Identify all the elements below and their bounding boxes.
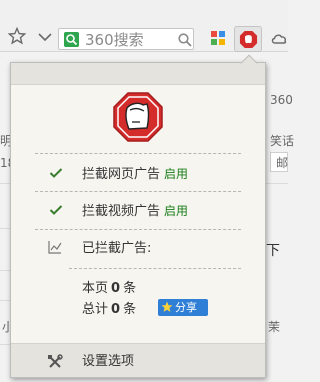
- page-fragment-360: 360: [270, 93, 293, 107]
- share-button[interactable]: 分享: [158, 299, 208, 316]
- page-divider: [0, 228, 10, 229]
- chart-icon: [48, 241, 62, 254]
- page-divider: [266, 183, 288, 184]
- block-video-ads-status: 启用: [164, 204, 189, 218]
- popup-header: [11, 63, 265, 85]
- block-web-ads-label: 拦截网页广告 启用: [82, 167, 189, 182]
- blocked-ads-label: 已拦截广告:: [82, 241, 152, 256]
- star-icon: [161, 301, 173, 312]
- block-video-ads-item[interactable]: 拦截视频广告 启用: [11, 199, 265, 223]
- page-divider: [0, 183, 10, 184]
- total-count: 总计 0 条: [82, 302, 137, 317]
- page-fragment-xiaohua: 笑话: [270, 134, 295, 148]
- page-divider: [0, 300, 10, 301]
- check-icon: [49, 168, 63, 178]
- page-fragment-mo: 茉: [268, 320, 281, 334]
- search-engine-logo-icon: [64, 32, 79, 47]
- separator: [69, 268, 241, 269]
- browser-toolbar: 360搜索: [0, 0, 288, 52]
- share-label: 分享: [175, 301, 197, 314]
- ad-block-extension-button[interactable]: [234, 26, 262, 52]
- ad-block-popup: 拦截网页广告 启用 拦截视频广告 启用 已拦截广告: 本页 0 条 总计 0 条 分享: [10, 62, 266, 378]
- page-fragment-you: 邮: [276, 156, 289, 170]
- separator: [35, 229, 241, 230]
- page-divider: [0, 270, 10, 271]
- search-box[interactable]: 360搜索: [58, 28, 194, 50]
- star-icon[interactable]: [8, 27, 26, 45]
- popup-header-divider: [11, 84, 265, 85]
- this-page-count-value: 0: [111, 281, 121, 296]
- check-icon: [49, 205, 63, 215]
- stop-ad-icon: [239, 30, 258, 49]
- block-web-ads-status: 启用: [164, 167, 189, 181]
- page-fragment-xia: 下: [266, 243, 280, 259]
- settings-item[interactable]: 设置选项: [11, 343, 265, 377]
- block-web-ads-item[interactable]: 拦截网页广告 启用: [11, 162, 265, 186]
- page-divider: [0, 344, 10, 345]
- search-input-text[interactable]: 360搜索: [85, 30, 144, 50]
- this-page-count: 本页 0 条: [82, 281, 137, 296]
- chevron-down-icon[interactable]: [36, 29, 54, 45]
- settings-label: 设置选项: [82, 354, 135, 369]
- stop-ad-logo-icon: [113, 92, 163, 142]
- apps-grid-icon[interactable]: [211, 31, 225, 45]
- tools-icon: [48, 354, 63, 368]
- magnifier-icon[interactable]: [177, 32, 193, 48]
- blocked-ads-stats-item: 已拦截广告:: [11, 237, 265, 261]
- total-count-value: 0: [111, 302, 121, 317]
- separator: [35, 191, 241, 192]
- block-video-ads-label: 拦截视频广告 启用: [82, 204, 189, 219]
- separator: [35, 153, 241, 154]
- cloud-icon[interactable]: [270, 30, 288, 46]
